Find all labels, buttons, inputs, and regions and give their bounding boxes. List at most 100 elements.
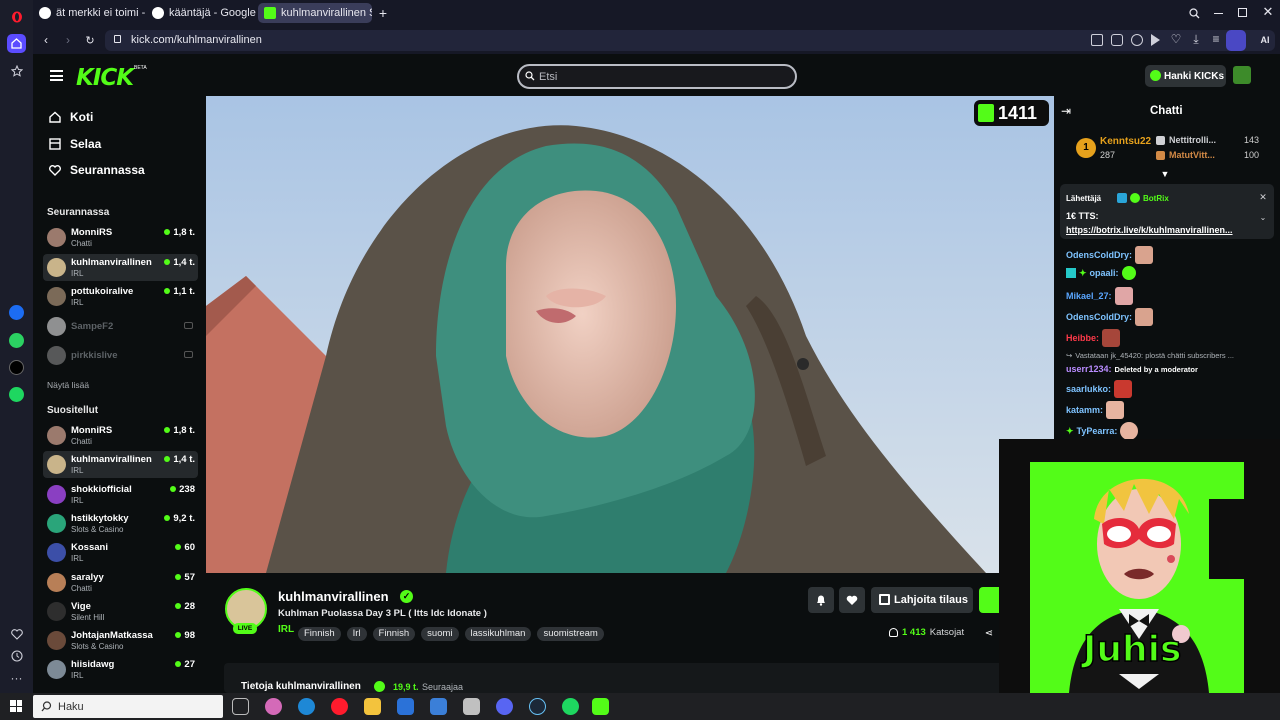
channel-item[interactable]: Kossani IRL 60 (43, 539, 198, 566)
leader-name[interactable]: Kenntsu22 (1100, 136, 1151, 147)
chat-username[interactable]: saarlukko: (1066, 384, 1111, 394)
chat-username[interactable]: OdensColdDry: (1066, 312, 1132, 322)
opera-icon[interactable] (331, 698, 348, 715)
chat-username[interactable]: opaali: (1090, 268, 1119, 278)
reload-icon[interactable]: ↻ (83, 33, 97, 47)
tab-2[interactable]: kääntäjä - Google-haku (146, 3, 256, 23)
tab-3-active[interactable]: kuhlmanvirallinen Stre (258, 3, 372, 23)
mail-icon[interactable] (430, 698, 447, 715)
channel-item-selected[interactable]: kuhlmanvirallinen IRL 1,4 t. (43, 254, 198, 281)
forward-icon[interactable]: › (61, 33, 75, 47)
get-kicks-button[interactable]: Hanki KICKs (1145, 65, 1226, 87)
channel-item[interactable]: hstikkytokky Slots & Casino 9,2 t. (43, 510, 198, 537)
heart-icon[interactable] (7, 625, 26, 644)
messenger-icon[interactable] (9, 305, 24, 320)
heart-outline-icon[interactable]: ♡ (1169, 32, 1183, 46)
nav-home[interactable]: Koti (48, 110, 93, 124)
search-tabs-icon[interactable] (1187, 6, 1201, 20)
kick-app-icon[interactable] (592, 698, 609, 715)
notification-bell-button[interactable] (808, 587, 834, 613)
tag[interactable]: suomistream (537, 627, 604, 641)
chat-username[interactable]: Heibbe: (1066, 333, 1099, 343)
channel-item-offline[interactable]: pirkkislive (43, 342, 198, 369)
nav-following[interactable]: Seurannassa (48, 163, 145, 177)
shield-icon[interactable] (1131, 34, 1143, 46)
discord-icon[interactable] (496, 698, 513, 715)
chat-username[interactable]: OdensColdDry: (1066, 250, 1132, 260)
maximize-icon[interactable] (1238, 8, 1247, 17)
search-input[interactable] (539, 69, 779, 84)
extensions-icon[interactable] (1226, 30, 1246, 51)
minimize-icon[interactable] (1214, 13, 1223, 14)
edge-icon[interactable] (298, 698, 315, 715)
expand-leaderboard-icon[interactable]: ▼ (1159, 169, 1171, 179)
subscribe-button[interactable] (979, 587, 1001, 613)
file-explorer-icon[interactable] (364, 698, 381, 715)
stream-category[interactable]: IRL (278, 624, 294, 635)
leader-name[interactable]: MatutVitt... (1169, 150, 1215, 160)
channel-item[interactable]: shokkiofficial IRL 238 (43, 481, 198, 508)
back-icon[interactable]: ‹ (39, 33, 53, 47)
chat-username[interactable]: TyPearra: (1077, 426, 1118, 436)
star-icon[interactable] (7, 61, 26, 80)
leader-name[interactable]: Nettitrolli... (1169, 135, 1216, 145)
opera-logo-icon[interactable] (7, 7, 26, 26)
chat-username[interactable]: Mikael_27: (1066, 291, 1112, 301)
home-icon[interactable] (7, 34, 26, 53)
channel-name[interactable]: kuhlmanvirallinen (278, 589, 389, 604)
address-bar[interactable]: kick.com/kuhlmanvirallinen ♡ ⤓ ≡ (105, 30, 1275, 51)
edit-icon[interactable] (1091, 34, 1103, 46)
channel-item[interactable]: saralyy Chatti 57 (43, 569, 198, 596)
chat-username[interactable]: katamm: (1066, 405, 1103, 415)
chat-username[interactable]: userr1234: (1066, 364, 1112, 374)
spotify-icon[interactable] (9, 387, 24, 402)
collapse-chat-icon[interactable]: ⇥ (1059, 104, 1073, 118)
url-text[interactable]: kick.com/kuhlmanvirallinen (131, 34, 262, 46)
spotify-icon[interactable] (562, 698, 579, 715)
download-icon[interactable]: ⤓ (1189, 32, 1203, 46)
pinned-link[interactable]: https://botrix.live/k/kuhlmanvirallinen.… (1066, 225, 1233, 235)
video-player[interactable] (206, 96, 1054, 573)
aria-ai-icon[interactable]: AI (1253, 32, 1277, 48)
tag[interactable]: Finnish (372, 627, 416, 641)
kick-logo[interactable]: KICK (76, 65, 134, 91)
copilot-icon[interactable] (265, 698, 282, 715)
tab-1[interactable]: ät merkki ei toimi - Google (33, 3, 145, 23)
history-icon[interactable] (7, 646, 26, 665)
steam-icon[interactable] (529, 698, 546, 715)
app-icon[interactable] (463, 698, 480, 715)
pinned-sender[interactable]: BotRix (1143, 194, 1169, 203)
hamburger-menu-icon[interactable] (50, 70, 63, 81)
unpin-icon[interactable]: ✕ (1258, 192, 1268, 202)
chevron-down-icon[interactable]: ⌄ (1258, 212, 1268, 222)
channel-item[interactable]: MonniRS Chatti 1,8 t. (43, 422, 198, 449)
follow-heart-button[interactable] (839, 587, 865, 613)
nav-browse[interactable]: Selaa (48, 137, 101, 151)
task-view-icon[interactable] (232, 698, 249, 715)
gift-sub-button[interactable]: Lahjoita tilaus (871, 587, 973, 613)
tag[interactable]: suomi (421, 627, 459, 641)
new-tab-plus-icon[interactable]: + (376, 5, 390, 21)
whatsapp-icon[interactable] (9, 333, 24, 348)
channel-item[interactable]: hiisidawg IRL 27 (43, 656, 198, 683)
channel-item[interactable]: pottukoiralive IRL 1,1 t. (43, 283, 198, 310)
search-box[interactable] (517, 64, 797, 89)
close-icon[interactable]: ✕ (1261, 4, 1275, 19)
more-icon[interactable]: ··· (7, 668, 26, 687)
store-icon[interactable] (397, 698, 414, 715)
show-more-link[interactable]: Näytä lisää (47, 380, 89, 390)
channel-item-selected[interactable]: kuhlmanvirallinen IRL 1,4 t. (43, 451, 198, 478)
share-icon[interactable]: ⋖ (983, 627, 995, 639)
camera-icon[interactable] (1111, 34, 1123, 46)
windows-start-icon[interactable] (10, 700, 22, 712)
taskbar-search[interactable]: Haku (33, 695, 223, 718)
tiktok-icon[interactable] (9, 360, 24, 375)
channel-item-offline[interactable]: SampeF2 (43, 313, 198, 340)
menu-icon[interactable]: ≡ (1209, 32, 1223, 46)
tag[interactable]: Irl (346, 627, 367, 641)
tag[interactable]: Finnish (298, 627, 341, 641)
channel-item[interactable]: MonniRS Chatti 1,8 t. (43, 224, 198, 251)
channel-item[interactable]: JohtajanMatkassa Slots & Casino 98 (43, 627, 198, 654)
channel-item[interactable]: Vige Silent Hill 28 (43, 598, 198, 625)
tag[interactable]: lassikuhlman (464, 627, 532, 641)
